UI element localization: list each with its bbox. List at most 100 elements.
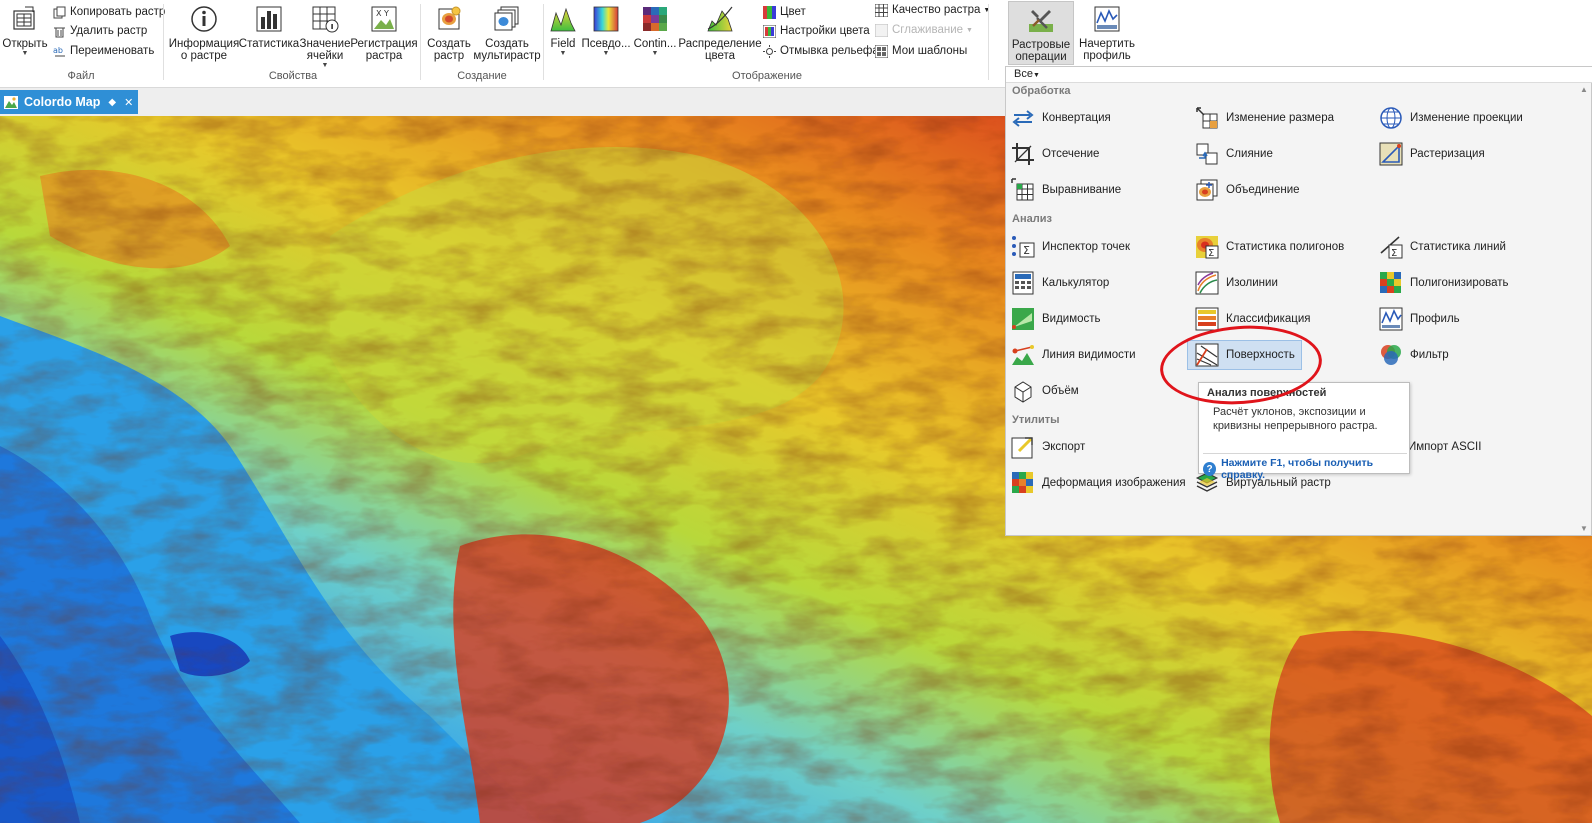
tool-contours[interactable]: Изолинии (1194, 269, 1278, 297)
tool-align[interactable]: Выравнивание (1010, 176, 1121, 204)
create-multiraster-button[interactable]: Создать мультирастр (473, 4, 541, 62)
draw-profile-button[interactable]: Начертить профиль (1077, 4, 1137, 62)
field-palette-icon (548, 4, 578, 34)
document-tabstrip: Colordo Map ◆ ✕ (0, 88, 1005, 116)
chevron-down-icon: ▼ (602, 50, 610, 57)
rename-button[interactable]: ab Переименовать (52, 42, 155, 60)
open-raster-icon (10, 4, 40, 34)
tool-image-warp[interactable]: Деформация изображения (1010, 469, 1186, 497)
category-filter-dropdown[interactable]: Все▼ (1006, 67, 1592, 83)
tooltip-body: Расчёт уклонов, экспозиции и кривизны не… (1213, 406, 1378, 432)
tool-label: Объём (1042, 385, 1079, 397)
create-raster-button[interactable]: Создать растр (425, 4, 473, 62)
tool-reprojection[interactable]: Изменение проекции (1378, 104, 1523, 132)
color-settings-button[interactable]: Настройки цвета (762, 22, 870, 40)
contour-lines-icon (1194, 270, 1220, 296)
align-grid-icon (1010, 177, 1036, 203)
pin-icon[interactable]: ◆ (108, 97, 116, 108)
color-distribution-button[interactable]: Распределение цвета (678, 4, 762, 62)
close-icon[interactable]: ✕ (124, 96, 133, 109)
contin-button[interactable]: Contin... ▼ (632, 4, 678, 58)
delete-raster-button[interactable]: Удалить растр (52, 22, 147, 40)
statistics-button[interactable]: Статистика (239, 4, 299, 50)
tool-clip[interactable]: Отсечение (1010, 140, 1099, 168)
raster-quality-button[interactable]: Качество растра ▼ (874, 1, 990, 19)
create-group: Создать растр Создать мультирастр Создан… (423, 0, 541, 88)
smoothing-icon (874, 23, 888, 37)
chevron-down-icon: ▼ (983, 6, 991, 14)
create-multiraster-label-1: Создать (485, 38, 529, 50)
tool-label: Импорт ASCII (1408, 441, 1482, 453)
raster-registration-button[interactable]: X Y Регистрация растра (350, 4, 418, 62)
tool-label: Профиль (1410, 313, 1460, 325)
raster-quality-label: Качество растра (892, 4, 981, 16)
hillshade-button[interactable]: Отмывка рельефа (762, 42, 879, 60)
tool-label: Конвертация (1042, 112, 1111, 124)
open-label: Открыть (2, 38, 48, 50)
tool-visibility[interactable]: Видимость (1010, 305, 1101, 333)
color-settings-icon (762, 24, 776, 38)
ribbon-divider (420, 4, 421, 80)
open-button[interactable]: Открыть ▼ (2, 4, 48, 58)
cell-value-label-1: Значение (299, 38, 351, 50)
filter-value: Все (1014, 68, 1033, 80)
color-button[interactable]: Цвет (762, 3, 806, 21)
my-templates-label: Мои шаблоны (892, 45, 968, 57)
tool-export[interactable]: Экспорт (1010, 433, 1085, 461)
pseudo-button[interactable]: Псевдо... ▼ (581, 4, 631, 58)
tool-polygon-statistics[interactable]: Σ Статистика полигонов (1194, 233, 1344, 261)
cell-value-icon (310, 4, 340, 34)
hillshade-label: Отмывка рельефа (780, 45, 879, 57)
panel-scrollbar[interactable]: ▲ ▼ (1577, 83, 1591, 535)
section-processing: Обработка (1012, 85, 1071, 97)
cell-value-button[interactable]: Значение ячейки ▼ (298, 4, 352, 70)
tool-import-ascii[interactable]: Импорт ASCII (1408, 433, 1481, 461)
polygonize-icon (1378, 270, 1404, 296)
create-group-label: Создание (457, 70, 507, 82)
properties-group: Информация о растре Статистика Значение … (166, 0, 420, 88)
resize-icon (1194, 105, 1220, 131)
tool-resize[interactable]: Изменение размера (1194, 104, 1334, 132)
tool-rasterize[interactable]: Растеризация (1378, 140, 1485, 168)
viewshed-icon (1010, 306, 1036, 332)
rename-icon: ab (52, 44, 66, 58)
histogram-icon (254, 4, 284, 34)
export-icon (1010, 434, 1036, 460)
smoothing-label: Сглаживание (892, 24, 964, 36)
tool-union[interactable]: Объединение (1194, 176, 1300, 204)
ribbon-divider (988, 4, 989, 80)
color-distribution-label-2: цвета (704, 50, 736, 62)
tool-filter[interactable]: Фильтр (1378, 341, 1449, 369)
tool-volume[interactable]: Объём (1010, 377, 1079, 405)
tool-conversion[interactable]: Конвертация (1010, 104, 1111, 132)
raster-operations-label-1: Растровые (1011, 39, 1071, 51)
raster-info-button[interactable]: Информация о растре (168, 4, 240, 62)
tool-calculator[interactable]: Калькулятор (1010, 269, 1109, 297)
copy-raster-button[interactable]: Копировать растр (52, 3, 165, 21)
tool-merge[interactable]: Слияние (1194, 140, 1273, 168)
field-button[interactable]: Field ▼ (546, 4, 580, 58)
tool-polygonize[interactable]: Полигонизировать (1378, 269, 1509, 297)
polygon-statistics-icon: Σ (1194, 234, 1220, 260)
svg-text:Σ: Σ (1023, 244, 1030, 257)
tool-label: Выравнивание (1042, 184, 1122, 196)
help-icon: ? (1203, 462, 1217, 476)
tool-label: Статистика линий (1410, 241, 1506, 253)
map-tab-title: Colordo Map (24, 95, 101, 109)
tool-label: Растеризация (1410, 148, 1485, 160)
tool-point-inspector[interactable]: Σ Инспектор точек (1010, 233, 1130, 261)
my-templates-button[interactable]: Мои шаблоны (874, 42, 967, 60)
pseudo-label: Псевдо... (581, 38, 631, 50)
ribbon-divider (543, 4, 544, 80)
delete-raster-label: Удалить растр (70, 25, 148, 37)
scroll-up-icon[interactable]: ▲ (1580, 85, 1588, 94)
scroll-down-icon[interactable]: ▼ (1580, 524, 1588, 533)
raster-operations-button[interactable]: Растровые операции (1008, 1, 1074, 65)
tool-label: Изменение размера (1226, 112, 1334, 124)
color-swatch-icon (762, 5, 776, 19)
tool-line-of-sight[interactable]: Линия видимости (1010, 341, 1136, 369)
tool-profile[interactable]: Профиль (1378, 305, 1460, 333)
tool-label: Статистика полигонов (1226, 241, 1345, 253)
map-document-tab[interactable]: Colordo Map ◆ ✕ (0, 90, 138, 114)
tool-line-statistics[interactable]: Σ Статистика линий (1378, 233, 1506, 261)
